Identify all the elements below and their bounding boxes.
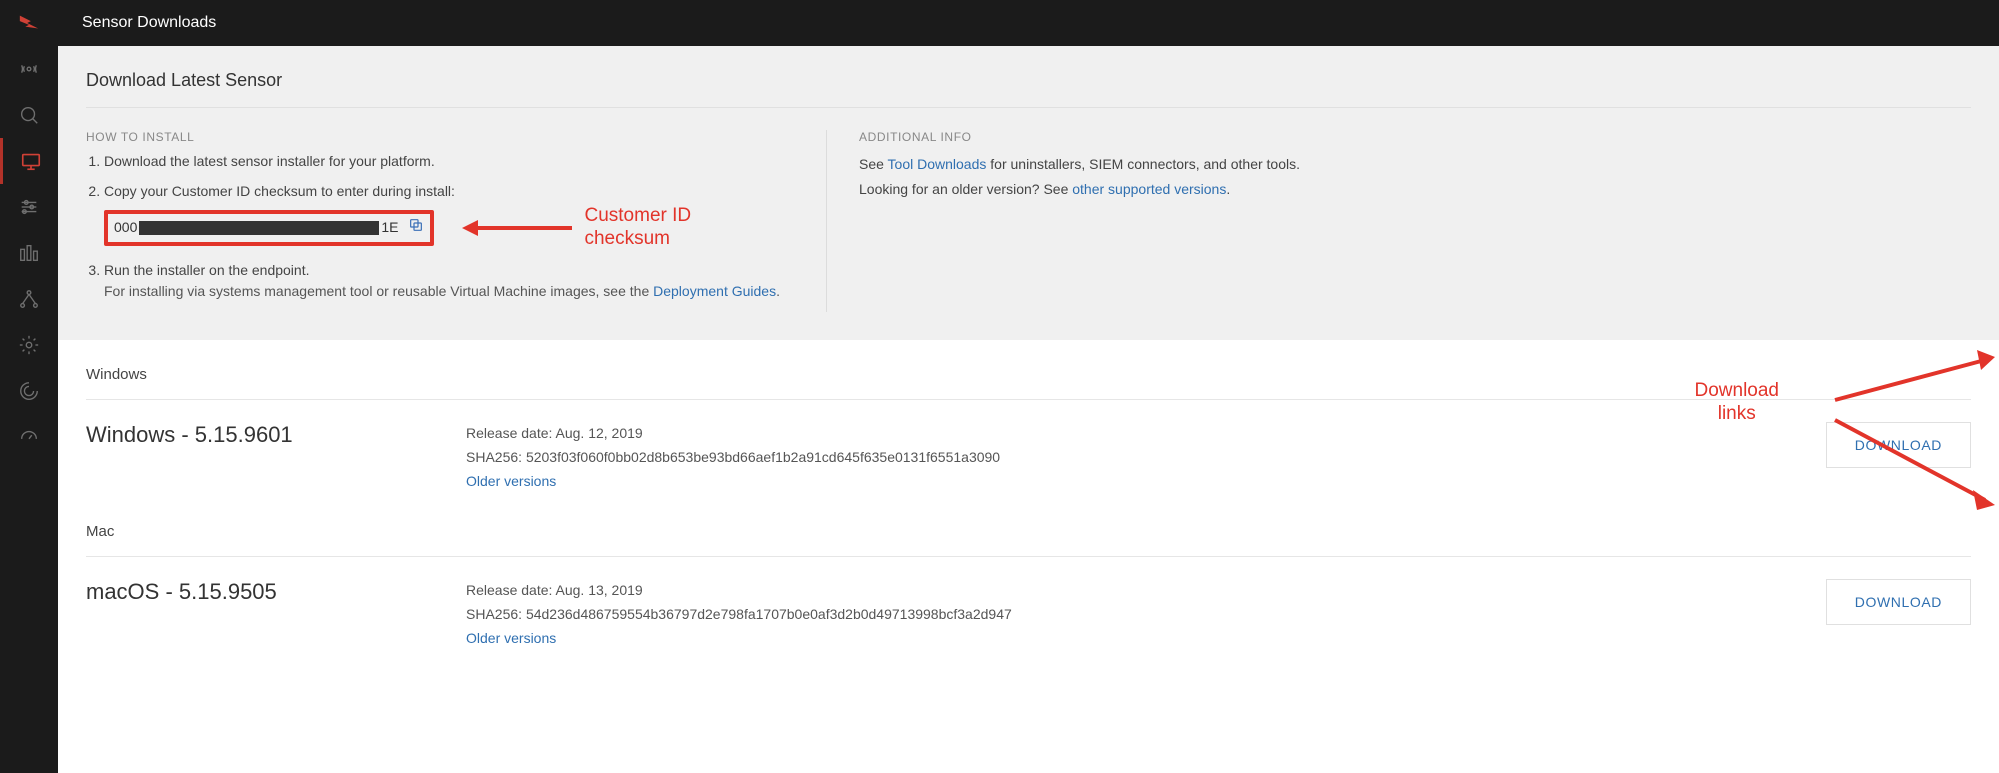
mac-download-button[interactable]: DOWNLOAD: [1826, 579, 1971, 625]
latest-heading: Download Latest Sensor: [86, 70, 1971, 91]
divider: [86, 107, 1971, 108]
page-title: Sensor Downloads: [82, 14, 216, 32]
nav-dashboard-icon[interactable]: [0, 414, 58, 460]
howto-title: HOW TO INSTALL: [86, 130, 786, 144]
step-1: Download the latest sensor installer for…: [104, 152, 786, 172]
windows-section: Windows Windows - 5.15.9601 Release date…: [58, 340, 1999, 497]
mac-section: Mac macOS - 5.15.9505 Release date: Aug.…: [58, 497, 1999, 654]
nav-sliders-icon[interactable]: [0, 184, 58, 230]
mac-older-versions-link[interactable]: Older versions: [466, 630, 556, 646]
redacted-block: [139, 221, 379, 235]
logo-icon[interactable]: [0, 0, 58, 46]
nav-swirl-icon[interactable]: [0, 368, 58, 414]
deployment-guides-link[interactable]: Deployment Guides: [653, 283, 776, 299]
nav-sun-icon[interactable]: [0, 322, 58, 368]
windows-download-button[interactable]: DOWNLOAD: [1826, 422, 1971, 468]
nav-columns-icon[interactable]: [0, 230, 58, 276]
mac-release-date: Aug. 13, 2019: [556, 582, 643, 598]
windows-title: Windows - 5.15.9601: [86, 422, 446, 448]
topbar: Sensor Downloads: [58, 0, 1999, 46]
mac-title: macOS - 5.15.9505: [86, 579, 446, 605]
copy-icon[interactable]: [408, 217, 424, 239]
nav-graph-icon[interactable]: [0, 276, 58, 322]
windows-label: Windows: [86, 366, 1971, 383]
latest-section: Download Latest Sensor HOW TO INSTALL Do…: [58, 46, 1999, 340]
nav-search-icon[interactable]: [0, 92, 58, 138]
windows-older-versions-link[interactable]: Older versions: [466, 473, 556, 489]
divider: [86, 556, 1971, 557]
tool-downloads-link[interactable]: Tool Downloads: [888, 156, 987, 172]
windows-sha256: 5203f03f060f0bb02d8b653be93bd66aef1b2a91…: [526, 449, 1000, 465]
callout-cid-label: Customer ID checksum: [584, 205, 691, 251]
divider: [86, 399, 1971, 400]
windows-release-date: Aug. 12, 2019: [556, 425, 643, 441]
nav-monitor-icon[interactable]: [0, 138, 58, 184]
additional-info-title: ADDITIONAL INFO: [859, 130, 1971, 144]
step-3: Run the installer on the endpoint. For i…: [104, 261, 786, 302]
mac-label: Mac: [86, 523, 1971, 540]
callout-arrow-cid: Customer ID checksum: [462, 205, 691, 251]
customer-id-value: 000 1E: [114, 218, 398, 238]
step-2: Copy your Customer ID checksum to enter …: [104, 182, 786, 251]
customer-id-box: 000 1E: [104, 210, 434, 246]
left-sidebar: [0, 0, 58, 773]
other-versions-link[interactable]: other supported versions: [1072, 181, 1226, 197]
mac-sha256: 54d236d486759554b36797d2e798fa1707b0e0af…: [526, 606, 1012, 622]
nav-radar-icon[interactable]: [0, 46, 58, 92]
